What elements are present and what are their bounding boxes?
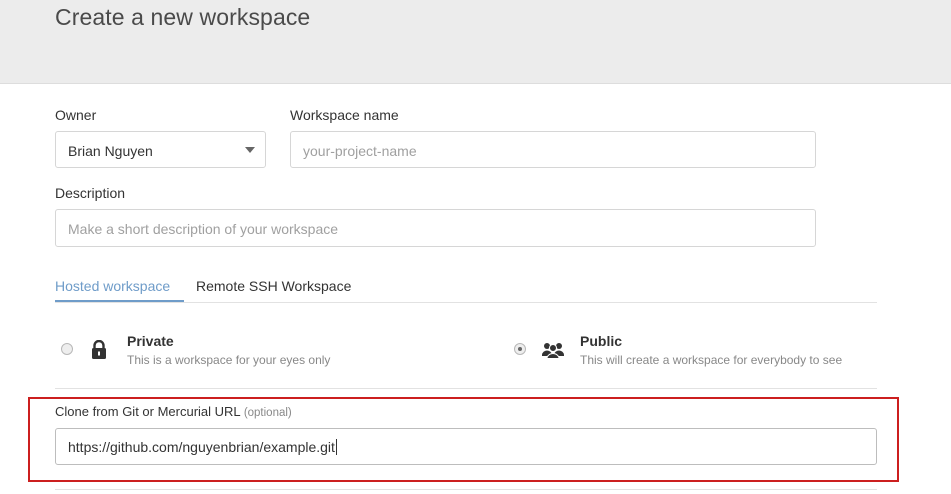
text-cursor	[335, 439, 337, 455]
private-description: This is a workspace for your eyes only	[127, 353, 331, 367]
description-input[interactable]: Make a short description of your workspa…	[55, 209, 816, 247]
public-title: Public	[580, 333, 623, 349]
tab-hosted-workspace[interactable]: Hosted workspace	[55, 278, 170, 294]
bottom-divider	[55, 489, 877, 490]
public-radio[interactable]	[514, 343, 526, 355]
chevron-down-icon	[245, 147, 255, 153]
workspace-name-input[interactable]: your-project-name	[290, 131, 816, 168]
users-icon	[542, 341, 564, 364]
private-title: Private	[127, 333, 174, 349]
public-description: This will create a workspace for everybo…	[580, 353, 843, 367]
optional-hint: (optional)	[243, 407, 292, 419]
clone-url-value: https://github.com/nguyenbrian/example.g…	[68, 439, 335, 455]
owner-value: Brian Nguyen	[68, 143, 153, 159]
owner-select[interactable]: Brian Nguyen	[55, 131, 266, 168]
description-label: Description	[55, 185, 126, 201]
active-tab-indicator	[55, 300, 184, 302]
clone-url-label: Clone from Git or Mercurial URL (optiona…	[55, 404, 292, 419]
clone-url-input[interactable]: https://github.com/nguyenbrian/example.g…	[55, 428, 877, 465]
private-radio[interactable]	[61, 343, 73, 355]
description-placeholder: Make a short description of your workspa…	[68, 221, 339, 237]
section-divider	[55, 388, 877, 389]
tab-remote-ssh-workspace[interactable]: Remote SSH Workspace	[196, 278, 351, 294]
workspace-name-placeholder: your-project-name	[303, 143, 417, 159]
workspace-name-label: Workspace name	[290, 107, 399, 123]
clone-url-value-wrap: https://github.com/nguyenbrian/example.g…	[68, 439, 337, 455]
owner-label: Owner	[55, 107, 97, 123]
page-header: Create a new workspace	[0, 0, 951, 84]
page-title: Create a new workspace	[55, 4, 311, 30]
lock-icon	[90, 339, 108, 365]
tabs-divider	[55, 302, 877, 303]
clone-url-label-text: Clone from Git or Mercurial URL	[55, 404, 241, 419]
